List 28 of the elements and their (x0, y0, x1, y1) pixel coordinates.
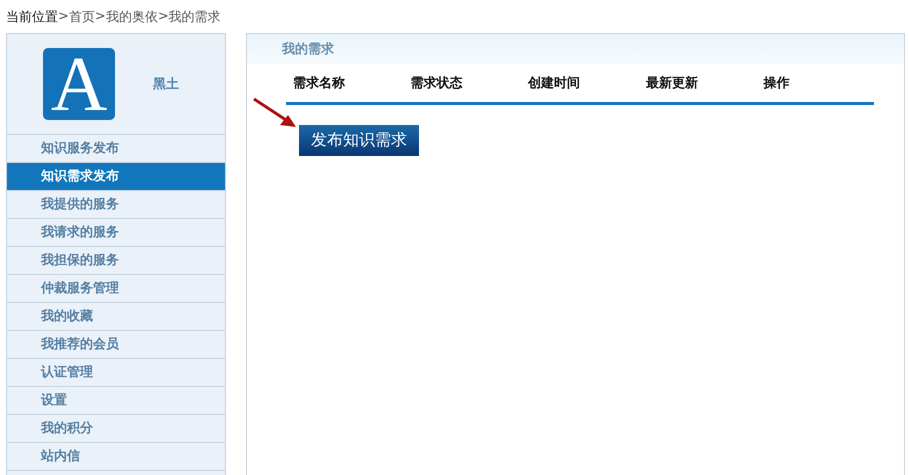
breadcrumb-separator: > (94, 9, 106, 24)
column-header: 最新更新 (644, 74, 699, 92)
column-header: 操作 (762, 75, 790, 92)
username: 黑土 (153, 76, 179, 93)
panel-title: 我的需求 (282, 41, 334, 58)
breadcrumb-separator: > (158, 9, 169, 24)
sidebar-item[interactable]: 知识需求发布 (7, 163, 225, 191)
sidebar-item[interactable]: 我的收藏 (7, 303, 225, 331)
column-header: 需求状态 (410, 75, 464, 92)
sidebar-item[interactable]: 设置 (7, 387, 225, 415)
column-header: 创建时间 (526, 75, 582, 92)
sidebar-item[interactable]: 站内信 (7, 443, 225, 471)
breadcrumb-link[interactable]: 我的奥依 (106, 8, 158, 26)
column-header: 需求名称 (292, 75, 346, 92)
breadcrumb-link[interactable]: 首页 (68, 8, 95, 26)
arrow-icon (252, 97, 298, 129)
sidebar-item[interactable]: 我担保的服务 (7, 247, 225, 275)
sidebar-item[interactable]: 认证管理 (7, 359, 225, 387)
sidebar-item[interactable]: 我的积分 (7, 415, 225, 443)
publish-button[interactable]: 发布知识需求 (299, 125, 419, 156)
sidebar-item[interactable]: 仲裁服务管理 (7, 275, 225, 303)
breadcrumb-separator: > (58, 9, 69, 24)
sidebar-item[interactable]: 我提供的服务 (7, 191, 225, 219)
sidebar-item[interactable]: 我推荐的会员 (7, 331, 225, 359)
breadcrumb-label: 当前位置 (6, 8, 58, 26)
logo-icon: A (43, 48, 115, 120)
sidebar-item[interactable]: 我请求的服务 (7, 219, 225, 247)
breadcrumb-link[interactable]: 我的需求 (168, 8, 221, 26)
